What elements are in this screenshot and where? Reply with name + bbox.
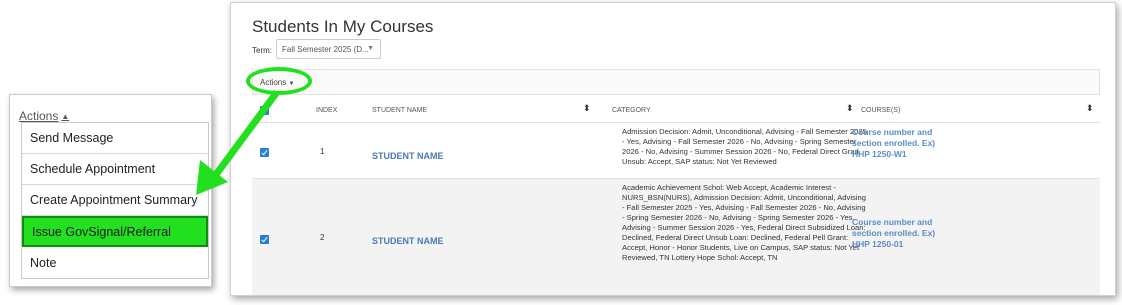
- green-arrow-annotation: [196, 89, 280, 195]
- arrow-shaft: [209, 89, 280, 183]
